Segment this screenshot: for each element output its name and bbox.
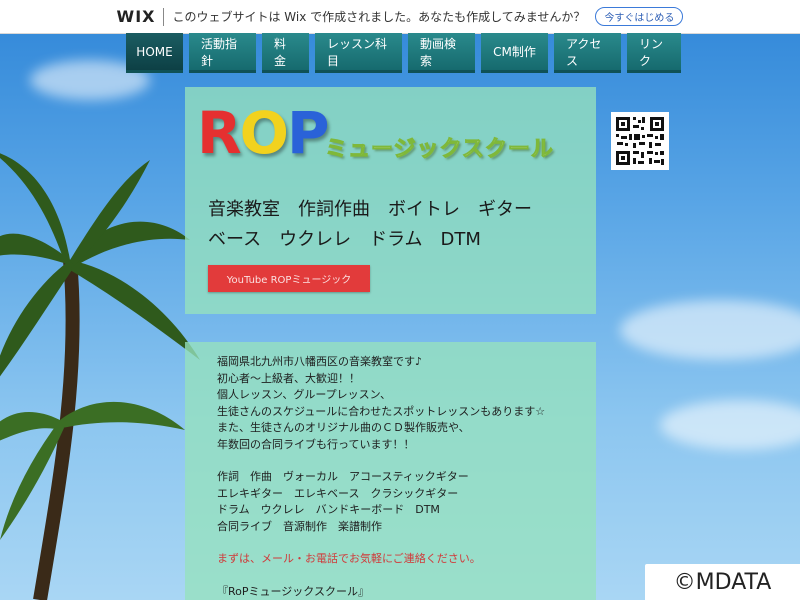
intro-text: 福岡県北九州市八幡西区の音楽教室です♪ 初心者～上級者、大歓迎！！ 個人レッスン… <box>217 354 545 600</box>
course-line: 合同ライブ 音源制作 楽譜制作 <box>217 519 382 533</box>
cloud <box>620 300 800 360</box>
logo-subtitle: ミュージックスクール <box>325 137 554 163</box>
youtube-button[interactable]: YouTube ROPミュージック <box>208 265 370 292</box>
nav-item-lessons[interactable]: レッスン科目 <box>315 33 402 73</box>
intro-line: 初心者～上級者、大歓迎！！ <box>217 371 360 385</box>
intro-line: 年数回の合同ライブも行っています！！ <box>217 437 415 451</box>
nav-item-pricing[interactable]: 料金 <box>262 33 309 73</box>
qr-code-image[interactable] <box>611 112 669 170</box>
cloud <box>660 400 800 450</box>
divider <box>163 7 165 26</box>
intro-panel: 福岡県北九州市八幡西区の音楽教室です♪ 初心者～上級者、大歓迎！！ 個人レッスン… <box>185 342 596 600</box>
main-nav: HOME 活動指針 料金 レッスン科目 動画検索 CM制作 アクセス リンク <box>126 33 681 73</box>
wix-banner-message: このウェブサイトは Wix で作成されました。あなたも作成してみませんか？ <box>172 10 586 24</box>
subjects-line: 音楽教室 作詞作曲 ボイトレ ギター <box>208 199 532 220</box>
logo-letter-p: P <box>286 99 329 167</box>
wix-logo[interactable]: WIX <box>117 7 156 26</box>
nav-item-access[interactable]: アクセス <box>554 33 621 73</box>
nav-item-cm[interactable]: CM制作 <box>481 33 548 73</box>
rop-logo: ROP <box>197 103 329 163</box>
logo-letter-r: R <box>197 99 242 167</box>
palm-tree-image <box>0 153 200 600</box>
wix-start-button[interactable]: 今すぐはじめる <box>595 7 684 26</box>
nav-item-activity[interactable]: 活動指針 <box>189 33 256 73</box>
watermark: ©MDATA <box>645 564 800 600</box>
nav-item-links[interactable]: リンク <box>627 33 681 73</box>
intro-line: 生徒さんのスケジュールに合わせたスポットレッスンもあります☆ <box>217 404 546 418</box>
school-name: 『RoPミュージックスクール』 <box>217 584 369 598</box>
intro-line: 福岡県北九州市八幡西区の音楽教室です♪ <box>217 355 423 368</box>
nav-item-home[interactable]: HOME <box>126 33 183 73</box>
subjects-list: 音楽教室 作詞作曲 ボイトレ ギター ベース ウクレレ ドラム DTM <box>208 195 532 255</box>
contact-text: まずは、メール・お電話でお気軽にご連絡ください。 <box>217 552 481 565</box>
intro-line: 個人レッスン、グループレッスン、 <box>217 388 392 401</box>
course-line: 作詞 作曲 ヴォーカル アコースティックギター <box>217 470 469 483</box>
nav-item-video-search[interactable]: 動画検索 <box>408 33 475 73</box>
course-line: エレキギター エレキベース クラシックギター <box>217 486 459 500</box>
intro-line: また、生徒さんのオリジナル曲のＣＤ製作販売や、 <box>217 421 470 434</box>
subjects-line: ベース ウクレレ ドラム DTM <box>208 229 481 250</box>
wix-banner: WIX このウェブサイトは Wix で作成されました。あなたも作成してみませんか… <box>0 0 800 34</box>
course-line: ドラム ウクレレ バンドキーボード DTM <box>217 503 440 516</box>
logo-letter-o: O <box>239 99 289 167</box>
hero-panel: ROP ミュージックスクール 音楽教室 作詞作曲 ボイトレ ギター ベース ウク… <box>185 87 596 314</box>
